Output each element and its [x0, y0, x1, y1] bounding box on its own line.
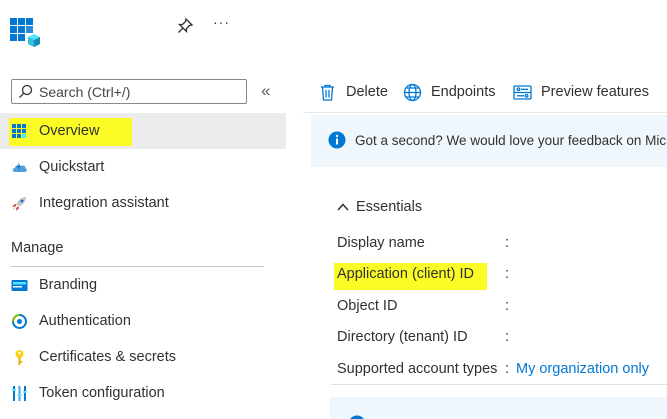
- supported-account-types-link[interactable]: My organization only: [516, 361, 649, 377]
- sidebar-item-label: Certificates & secrets: [39, 349, 176, 365]
- sidebar-item-quickstart[interactable]: Quickstart: [0, 149, 286, 185]
- property-colon: :: [505, 329, 510, 345]
- sidebar-item-label: Branding: [39, 277, 98, 293]
- property-row-application-client-id: Application (client) ID :: [337, 266, 667, 288]
- sidebar-item-integration-assistant[interactable]: Integration assistant: [0, 185, 286, 221]
- toolbar-divider: [303, 112, 667, 113]
- essentials-toggle[interactable]: Essentials: [336, 199, 422, 215]
- feedback-banner: Got a second? We would love your feedbac…: [311, 115, 667, 167]
- property-colon: :: [505, 361, 510, 377]
- key-icon: [11, 349, 28, 366]
- property-colon: :: [505, 235, 510, 251]
- app-registration-logo-icon: [10, 18, 40, 50]
- search-box[interactable]: [11, 79, 247, 104]
- delete-button[interactable]: Delete: [318, 80, 388, 104]
- preview-features-icon: [513, 84, 532, 100]
- authentication-icon: [11, 313, 28, 330]
- property-colon: :: [505, 298, 510, 314]
- manage-section-heading: Manage: [11, 240, 64, 256]
- property-label: Directory (tenant) ID: [337, 329, 468, 345]
- bottom-info-panel: [330, 397, 667, 419]
- sidebar-item-label: Quickstart: [39, 159, 105, 175]
- sidebar-item-label: Token configuration: [39, 385, 165, 401]
- globe-icon: [403, 83, 422, 101]
- info-icon: [328, 131, 346, 149]
- search-icon: [19, 84, 33, 98]
- sidebar-item-token-configuration[interactable]: Token configuration: [0, 375, 286, 411]
- trash-icon: [321, 84, 334, 101]
- sidebar-item-overview[interactable]: Overview: [0, 113, 286, 149]
- endpoints-button[interactable]: Endpoints: [403, 80, 496, 104]
- property-row-directory-tenant-id: Directory (tenant) ID :: [337, 329, 667, 351]
- property-label: Supported account types: [337, 361, 498, 377]
- endpoints-label: Endpoints: [431, 84, 496, 100]
- property-row-object-id: Object ID :: [337, 298, 667, 320]
- sidebar-item-certificates-secrets[interactable]: Certificates & secrets: [0, 339, 286, 375]
- feedback-banner-text[interactable]: Got a second? We would love your feedbac…: [355, 133, 667, 148]
- info-icon: [350, 415, 364, 419]
- search-input[interactable]: [39, 83, 239, 100]
- more-options-icon[interactable]: ···: [213, 14, 230, 30]
- property-label: Display name: [337, 235, 425, 251]
- delete-label: Delete: [346, 84, 388, 100]
- property-label: Application (client) ID: [337, 266, 474, 282]
- sidebar-item-branding[interactable]: Branding: [0, 267, 286, 303]
- branding-card-icon: [11, 277, 28, 294]
- rocket-icon: [11, 195, 28, 212]
- property-row-supported-account-types: Supported account types : My organizatio…: [337, 361, 667, 383]
- sidebar-item-label: Integration assistant: [39, 195, 169, 211]
- sidebar-item-label: Authentication: [39, 313, 131, 329]
- collapse-sidebar-button[interactable]: «: [261, 82, 270, 100]
- preview-features-label: Preview features: [541, 84, 649, 100]
- property-colon: :: [505, 266, 510, 282]
- property-label: Object ID: [337, 298, 398, 314]
- property-row-display-name: Display name :: [337, 235, 667, 257]
- pin-icon[interactable]: [176, 17, 194, 35]
- chevron-up-icon: [337, 203, 349, 211]
- sidebar-item-authentication[interactable]: Authentication: [0, 303, 286, 339]
- preview-features-button[interactable]: Preview features: [513, 80, 649, 104]
- token-bars-icon: [11, 385, 28, 402]
- sidebar-item-label: Overview: [39, 123, 100, 139]
- cloud-quickstart-icon: [11, 159, 28, 176]
- essentials-title: Essentials: [356, 199, 423, 215]
- essentials-divider: [331, 384, 667, 385]
- overview-grid-icon: [11, 123, 28, 140]
